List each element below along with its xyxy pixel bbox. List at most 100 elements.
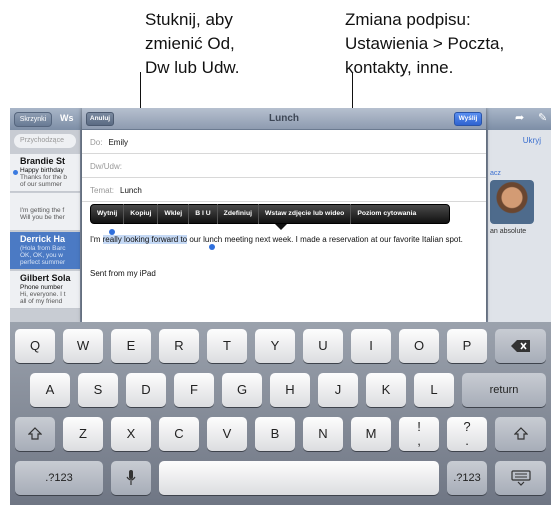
preview: I'm getting the f: [20, 207, 65, 214]
preview: Will you be ther: [20, 214, 65, 221]
numbers-key-left[interactable]: .?123: [15, 461, 103, 495]
message-snippet: an absolute: [490, 228, 527, 235]
to-value: Emily: [108, 138, 129, 147]
key-r[interactable]: R: [159, 329, 199, 363]
dictation-key[interactable]: [111, 461, 151, 495]
key-exclamation[interactable]: ! ,: [399, 417, 439, 451]
send-button[interactable]: Wyślij: [454, 112, 482, 126]
paste-button[interactable]: Wklej: [158, 204, 190, 224]
subject-field[interactable]: Temat: Lunch: [82, 178, 486, 202]
shift-key-left[interactable]: [15, 417, 55, 451]
edit-menu: Wytnij Kopiuj Wklej B I U Zdefiniuj Wsta…: [90, 204, 450, 224]
key-secondary: .: [465, 433, 469, 448]
cut-button[interactable]: Wytnij: [91, 204, 125, 224]
preview: all of my friend: [20, 298, 63, 305]
message-body[interactable]: I'm really looking forward to our lunch …: [90, 234, 482, 245]
list-item[interactable]: Gilbert Sola Phone number Hi, everyone. …: [10, 271, 80, 309]
sender: Derrick Ha: [20, 234, 66, 244]
subject-label: Temat:: [90, 186, 115, 195]
key-v[interactable]: V: [207, 417, 247, 451]
key-c[interactable]: C: [159, 417, 199, 451]
ipad-screen: Skrzynki Ws ➦ ✎ Przychodzące Brandie St …: [10, 108, 551, 505]
key-n[interactable]: N: [303, 417, 343, 451]
space-key[interactable]: [159, 461, 439, 495]
key-x[interactable]: X: [111, 417, 151, 451]
sender: Brandie St: [20, 156, 66, 166]
list-item[interactable]: Brandie St Happy birthday Thanks for the…: [10, 154, 80, 192]
subject-value: Lunch: [120, 186, 142, 195]
key-p[interactable]: P: [447, 329, 487, 363]
callout-signature: Zmiana podpisu: Ustawienia > Poczta, kon…: [345, 8, 504, 80]
sender: Gilbert Sola: [20, 273, 71, 283]
to-label: Do:: [90, 138, 103, 147]
delete-key[interactable]: [495, 329, 546, 363]
key-t[interactable]: T: [207, 329, 247, 363]
to-field[interactable]: Do: Emily: [82, 130, 486, 154]
compose-icon[interactable]: ✎: [538, 111, 547, 124]
selected-text[interactable]: really looking forward to: [102, 235, 188, 244]
contact-photo: [490, 180, 534, 224]
key-j[interactable]: J: [318, 373, 358, 407]
key-g[interactable]: G: [222, 373, 262, 407]
preview: Hi, everyone. I t: [20, 291, 66, 298]
signature-text[interactable]: Sent from my iPad: [90, 269, 156, 278]
shift-icon: [513, 427, 528, 440]
selection-start-handle-icon[interactable]: [109, 229, 115, 235]
key-i[interactable]: I: [351, 329, 391, 363]
callout-line: kontakty, inne.: [345, 58, 454, 77]
key-q[interactable]: Q: [15, 329, 55, 363]
key-s[interactable]: S: [78, 373, 118, 407]
subject: Phone number: [20, 284, 63, 291]
subject: (Hola from Barc: [20, 245, 66, 252]
key-e[interactable]: E: [111, 329, 151, 363]
key-h[interactable]: H: [270, 373, 310, 407]
mailbox-title: Ws: [60, 113, 74, 123]
key-m[interactable]: M: [351, 417, 391, 451]
list-item[interactable]: I'm getting the f Will you be ther: [10, 193, 80, 231]
callout-line: Dw lub Udw.: [145, 58, 240, 77]
quote-level-button[interactable]: Poziom cytowania: [351, 204, 422, 224]
insert-media-button[interactable]: Wstaw zdjęcie lub wideo: [259, 204, 352, 224]
key-primary: ?: [463, 419, 471, 434]
hide-keyboard-key[interactable]: [495, 461, 546, 495]
key-l[interactable]: L: [414, 373, 454, 407]
callout-line: Zmiana podpisu:: [345, 10, 471, 29]
key-k[interactable]: K: [366, 373, 406, 407]
key-z[interactable]: Z: [63, 417, 103, 451]
key-b[interactable]: B: [255, 417, 295, 451]
mailboxes-button[interactable]: Skrzynki: [14, 112, 52, 127]
key-o[interactable]: O: [399, 329, 439, 363]
shift-icon: [27, 427, 43, 440]
onscreen-keyboard: Q W E R T Y U I O P A S D F G H J K L re…: [10, 322, 551, 505]
message-list: Przychodzące Brandie St Happy birthday T…: [10, 130, 80, 340]
format-button[interactable]: B I U: [189, 204, 218, 224]
cc-bcc-field[interactable]: Dw/Udw:: [82, 154, 486, 178]
key-d[interactable]: D: [126, 373, 166, 407]
list-item-selected[interactable]: Derrick Ha (Hola from Barc OK, OK, you w…: [10, 232, 80, 270]
selection-end-handle-icon[interactable]: [209, 244, 215, 250]
body-text: our lunch meeting next week. I made a re…: [187, 235, 463, 244]
return-key[interactable]: return: [462, 373, 546, 407]
key-f[interactable]: F: [174, 373, 214, 407]
message-snippet: acz: [490, 170, 501, 177]
key-secondary: ,: [417, 433, 421, 448]
numbers-key-right[interactable]: .?123: [447, 461, 487, 495]
callout-line: Ustawienia > Poczta,: [345, 34, 505, 53]
hide-keyboard-icon: [510, 470, 531, 486]
compose-sheet: Anuluj Lunch Wyślij Do: Emily Dw/Udw: Tem…: [82, 108, 486, 322]
key-primary: !: [417, 419, 421, 434]
reply-arrow-icon[interactable]: ➦: [515, 111, 524, 124]
define-button[interactable]: Zdefiniuj: [218, 204, 259, 224]
copy-button[interactable]: Kopiuj: [124, 204, 159, 224]
key-question[interactable]: ? .: [447, 417, 487, 451]
shift-key-right[interactable]: [495, 417, 546, 451]
key-w[interactable]: W: [63, 329, 103, 363]
callout-line: Stuknij, aby: [145, 10, 233, 29]
key-a[interactable]: A: [30, 373, 70, 407]
callout-line: zmienić Od,: [145, 34, 235, 53]
preview: perfect summer: [20, 259, 66, 266]
search-field[interactable]: Przychodzące: [14, 134, 76, 148]
key-y[interactable]: Y: [255, 329, 295, 363]
key-u[interactable]: U: [303, 329, 343, 363]
hide-link[interactable]: Ukryj: [523, 136, 541, 145]
